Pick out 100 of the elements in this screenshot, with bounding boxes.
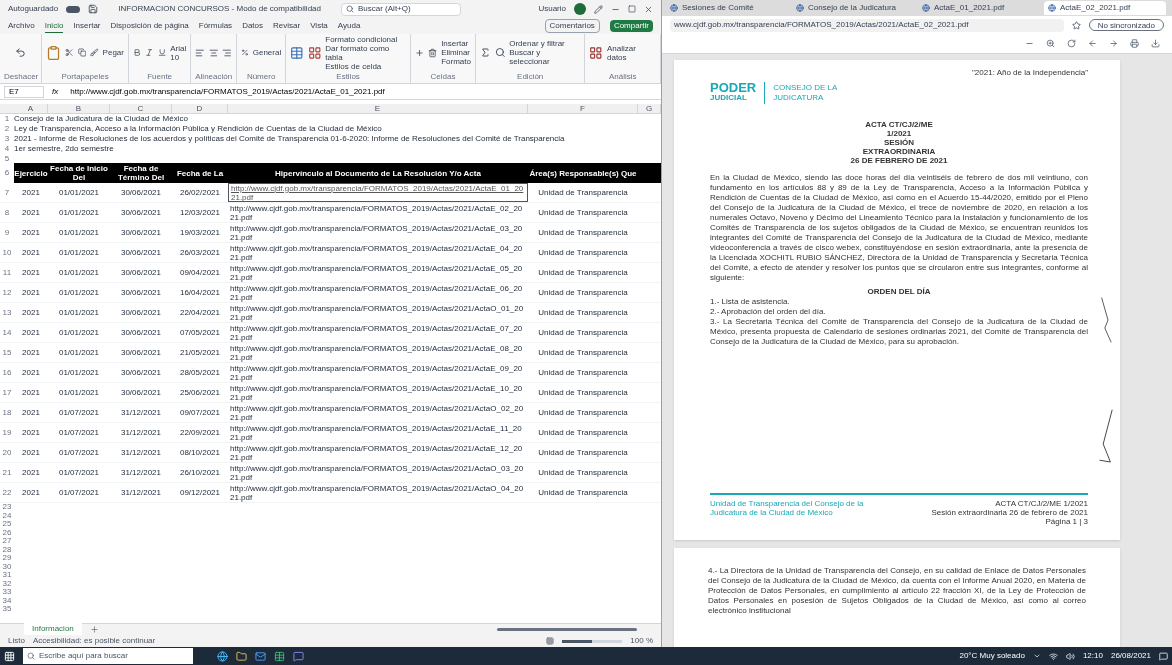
zoom-slider[interactable] <box>562 639 623 643</box>
bold-icon[interactable] <box>132 48 142 57</box>
table-cell[interactable]: 30/06/2021 <box>110 363 172 382</box>
ribbon-tab[interactable]: Revisar <box>273 20 301 32</box>
table-cell[interactable]: 30/06/2021 <box>110 223 172 242</box>
table-cell[interactable]: 01/01/2021 <box>48 383 110 402</box>
mail-icon[interactable] <box>255 650 266 662</box>
italic-icon[interactable] <box>145 48 154 57</box>
table-cell[interactable]: 2021 <box>14 303 48 322</box>
table-cell[interactable]: 30/06/2021 <box>110 383 172 402</box>
table-cell[interactable]: 30/06/2021 <box>110 203 172 222</box>
volume-icon[interactable] <box>1065 651 1075 661</box>
close-icon[interactable] <box>644 4 653 14</box>
ribbon-tab[interactable]: Inicio <box>44 19 64 33</box>
zoom-in-icon[interactable] <box>1046 39 1055 48</box>
ribbon-tab[interactable]: Datos <box>242 20 264 32</box>
table-cell[interactable]: 2021 <box>14 483 48 502</box>
table-cell[interactable]: 01/01/2021 <box>48 243 110 262</box>
wifi-icon[interactable] <box>1048 651 1058 661</box>
table-cell[interactable]: Unidad de Transparencia <box>528 423 638 442</box>
formula-field[interactable]: http://www.cjdf.gob.mx/transparencia/FORMATOS_2019/Actas/2021/ActaE_01_2021.pdf <box>66 85 657 98</box>
table-cell[interactable]: 01/01/2021 <box>48 223 110 242</box>
table-cell[interactable]: 2021 <box>14 283 48 302</box>
align-left-icon[interactable] <box>195 47 205 58</box>
table-cell[interactable]: 31/12/2021 <box>110 443 172 462</box>
table-cell[interactable]: 01/07/2021 <box>48 463 110 482</box>
table-cell[interactable]: 2021 <box>14 323 48 342</box>
ribbon-button[interactable]: Formato condicional <box>325 34 406 44</box>
table-cell[interactable]: 01/01/2021 <box>48 283 110 302</box>
pen-icon[interactable] <box>594 4 603 14</box>
brush-icon[interactable] <box>90 48 99 57</box>
table-cell[interactable]: Unidad de Transparencia <box>528 203 638 222</box>
table-cell[interactable]: 01/01/2021 <box>48 203 110 222</box>
table-cell[interactable]: 26/03/2021 <box>172 243 228 262</box>
sheet-tab[interactable]: Informacion <box>24 622 82 637</box>
table-cell[interactable]: 01/07/2021 <box>48 423 110 442</box>
column-header[interactable]: A <box>14 104 48 113</box>
clipboard-icon[interactable] <box>46 44 62 61</box>
table-cell[interactable]: Unidad de Transparencia <box>528 463 638 482</box>
browser-tab[interactable]: ActaE_02_2021.pdf <box>1044 1 1166 15</box>
ribbon-button[interactable]: Estilos de celda <box>325 61 406 71</box>
browser-icon[interactable] <box>217 650 228 662</box>
table-cell[interactable]: 30/06/2021 <box>110 243 172 262</box>
table-cell[interactable]: 2021 <box>14 423 48 442</box>
ribbon-button[interactable]: General <box>252 48 282 57</box>
table-cell[interactable]: 26/10/2021 <box>172 463 228 482</box>
column-header[interactable]: G <box>638 104 661 113</box>
table-cell[interactable]: 2021 <box>14 243 48 262</box>
table-cell[interactable]: 19/03/2021 <box>172 223 228 242</box>
table-cell[interactable]: 30/06/2021 <box>110 283 172 302</box>
ribbon-button[interactable]: Pegar <box>102 48 124 57</box>
forward-icon[interactable] <box>1109 39 1118 48</box>
table-cell[interactable]: http://www.cjdf.gob.mx/transparencia/FORMATOS_2019/Actas/2021/ActaE_01_2021.pdf <box>228 183 528 202</box>
underline-icon[interactable] <box>157 48 167 57</box>
tray-chevron-icon[interactable] <box>1032 652 1041 660</box>
table-cell[interactable]: 30/06/2021 <box>110 303 172 322</box>
table-cell[interactable]: 12/03/2021 <box>172 203 228 222</box>
table-cell[interactable]: 01/01/2021 <box>48 363 110 382</box>
table-cell[interactable]: 30/06/2021 <box>110 263 172 282</box>
taskbar-search-field[interactable]: Escribe aquí para buscar <box>23 648 193 664</box>
align-right-icon[interactable] <box>222 47 232 58</box>
table-cell[interactable]: Unidad de Transparencia <box>528 383 638 402</box>
column-header[interactable]: E <box>228 104 528 113</box>
column-header[interactable]: B <box>48 104 110 113</box>
table-cell[interactable]: Unidad de Transparencia <box>528 263 638 282</box>
star-icon[interactable] <box>1071 20 1081 30</box>
ribbon-button[interactable]: Arial <box>170 43 187 53</box>
table-cell[interactable]: 22/09/2021 <box>172 423 228 442</box>
table-cell[interactable]: Unidad de Transparencia <box>528 303 638 322</box>
table-cell[interactable]: 09/04/2021 <box>172 263 228 282</box>
table-cell[interactable]: 2021 <box>14 443 48 462</box>
table-cell[interactable]: 2021 <box>14 263 48 282</box>
spreadsheet-icon[interactable] <box>274 650 285 662</box>
table-cell[interactable]: 2021 <box>14 183 48 202</box>
table-cell[interactable]: Unidad de Transparencia <box>528 343 638 362</box>
name-box[interactable]: E7 <box>4 85 44 98</box>
table-cell[interactable]: Unidad de Transparencia <box>528 283 638 302</box>
table-cell[interactable]: 30/06/2021 <box>110 323 172 342</box>
avatar-icon[interactable] <box>574 3 586 15</box>
table-cell[interactable]: 01/01/2021 <box>48 343 110 362</box>
table-cell[interactable]: 31/12/2021 <box>110 403 172 422</box>
table-cell[interactable]: 09/07/2021 <box>172 403 228 422</box>
table-cell[interactable]: 07/05/2021 <box>172 323 228 342</box>
ribbon-button[interactable]: Ordenar y filtrar <box>509 39 581 48</box>
back-icon[interactable] <box>1088 39 1097 48</box>
table-cell[interactable]: Unidad de Transparencia <box>528 363 638 382</box>
comments-button[interactable]: Comentarios <box>544 19 600 33</box>
ribbon-tab[interactable]: Insertar <box>73 20 101 32</box>
maximize-icon[interactable] <box>628 5 636 13</box>
ribbon-button[interactable]: Dar formato como tabla <box>325 43 406 62</box>
column-header[interactable]: C <box>110 104 172 113</box>
table-cell[interactable]: 31/12/2021 <box>110 463 172 482</box>
horizontal-scrollbar[interactable] <box>497 628 637 631</box>
ribbon-button[interactable]: Buscar y seleccionar <box>509 48 581 66</box>
print-icon[interactable] <box>1130 39 1139 48</box>
table-cell[interactable]: 30/06/2021 <box>110 343 172 362</box>
ribbon-tab[interactable]: Fórmulas <box>198 20 233 32</box>
table-cell[interactable]: Unidad de Transparencia <box>528 323 638 342</box>
toggle-icon[interactable] <box>66 5 81 13</box>
ribbon-button[interactable]: Analizar datos <box>607 43 656 62</box>
